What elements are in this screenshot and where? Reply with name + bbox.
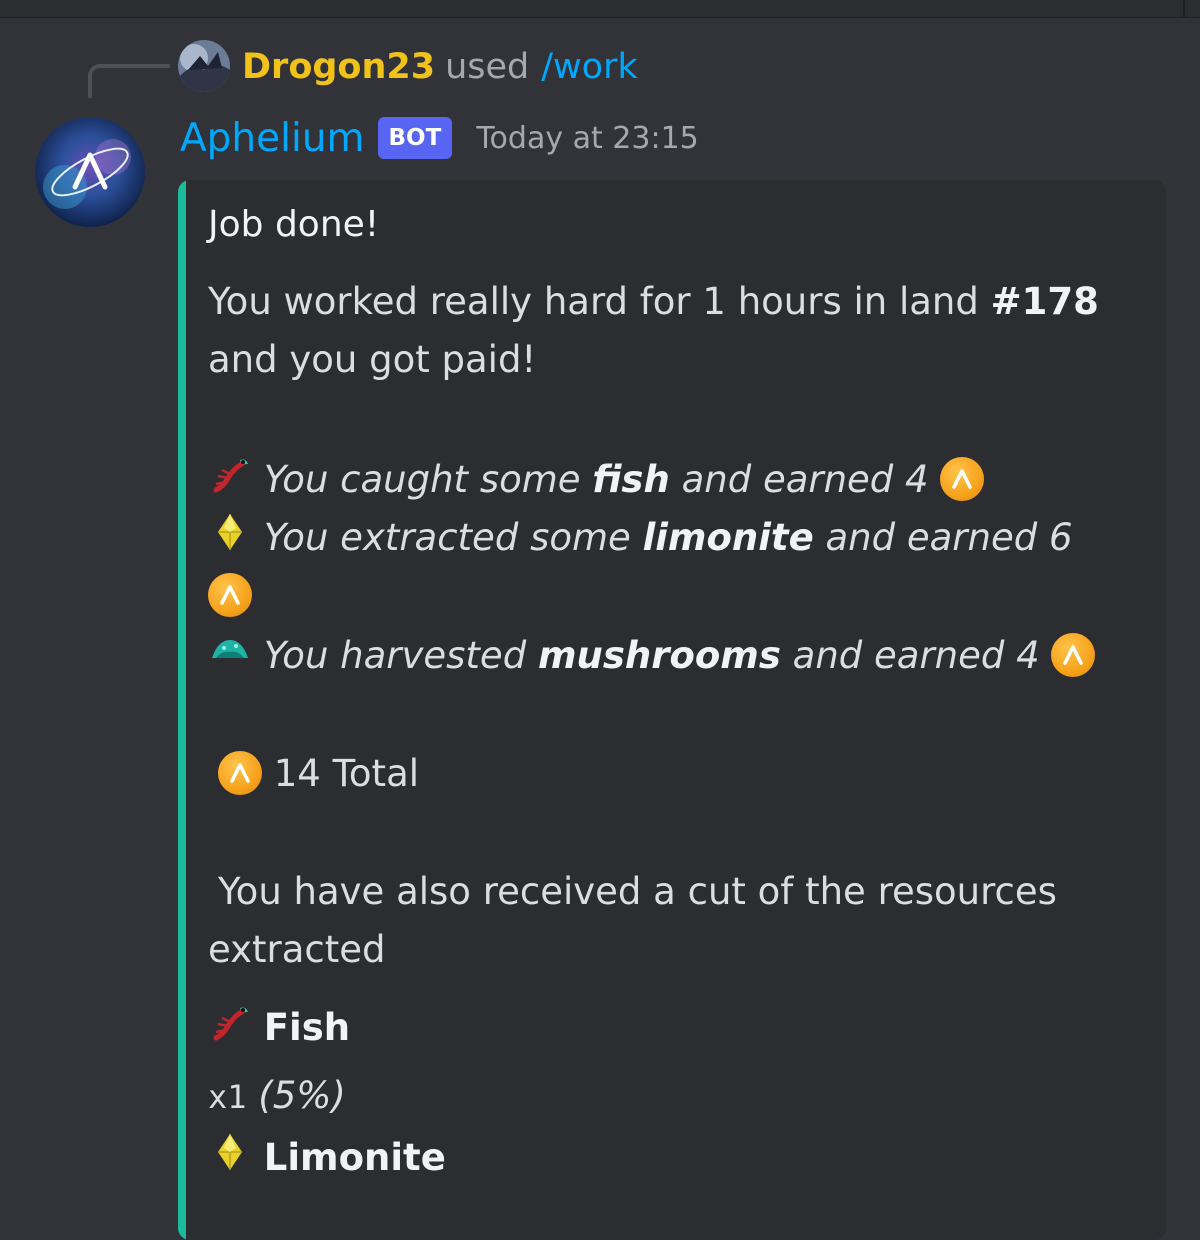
earning-row-fish: You caught some fish and earned 4 bbox=[208, 456, 985, 505]
embed-card: Job done! You worked really hard for 1 h… bbox=[178, 180, 1166, 1240]
coin-icon bbox=[208, 572, 252, 617]
total-text: 14 Total bbox=[273, 752, 420, 795]
bot-username[interactable]: Aphelium bbox=[180, 116, 365, 161]
earning-post: and earned 6 bbox=[825, 516, 1073, 559]
total-row: 14 Total bbox=[218, 750, 420, 795]
resource-name: Limonite bbox=[263, 1136, 446, 1179]
earning-row-mushrooms: You harvested mushrooms and earned 4 bbox=[208, 632, 1096, 681]
reply-username[interactable]: Drogon23 bbox=[242, 47, 435, 87]
earning-pre: You harvested bbox=[263, 634, 527, 677]
resource-limonite: Limonite bbox=[208, 1134, 446, 1183]
resource-percent: (5%) bbox=[258, 1074, 346, 1117]
resource-fish: Fish bbox=[208, 1006, 350, 1053]
reply-command[interactable]: /work bbox=[541, 47, 638, 87]
coin-icon bbox=[1051, 632, 1096, 677]
earning-item: fish bbox=[592, 458, 670, 501]
resource-fish-qty: x1 (5%) bbox=[208, 1074, 346, 1117]
reply-action: used bbox=[445, 47, 530, 87]
bot-avatar[interactable] bbox=[35, 117, 145, 227]
reply-connector-line bbox=[88, 64, 170, 98]
limonite-gem-icon bbox=[208, 1130, 252, 1183]
embed-title: Job done! bbox=[208, 204, 380, 245]
earning-item: limonite bbox=[642, 516, 814, 559]
coin-icon bbox=[940, 456, 985, 501]
earning-pre: You caught some bbox=[263, 458, 581, 501]
land-number: #178 bbox=[990, 280, 1099, 323]
intro-text: You worked really hard for 1 hours in la… bbox=[208, 280, 979, 323]
resource-name: Fish bbox=[263, 1006, 351, 1049]
embed-accent-bar bbox=[178, 180, 186, 1240]
reply-context: Drogon23 used /work bbox=[242, 42, 638, 92]
limonite-gem-icon bbox=[208, 510, 252, 563]
reply-user-avatar[interactable] bbox=[178, 40, 230, 92]
embed-intro-line1: You worked really hard for 1 hours in la… bbox=[208, 280, 1099, 323]
message-header: Aphelium BOT Today at 23:15 bbox=[180, 110, 699, 166]
earning-row-limonite-coin bbox=[208, 572, 252, 617]
top-bar-divider bbox=[1183, 0, 1185, 18]
coin-icon bbox=[218, 750, 262, 795]
cut-line2: extracted bbox=[208, 928, 386, 971]
top-bar bbox=[0, 0, 1200, 18]
mushroom-icon bbox=[208, 628, 252, 681]
shrimp-fish-icon bbox=[208, 1000, 252, 1053]
earning-item: mushrooms bbox=[537, 634, 781, 677]
cut-line1: You have also received a cut of the reso… bbox=[218, 870, 1057, 913]
earning-post: and earned 4 bbox=[681, 458, 929, 501]
resource-quantity: x1 bbox=[208, 1078, 247, 1116]
earning-pre: You extracted some bbox=[263, 516, 631, 559]
message-timestamp[interactable]: Today at 23:15 bbox=[476, 121, 698, 156]
embed-intro-line2: and you got paid! bbox=[208, 338, 537, 381]
earning-row-limonite: You extracted some limonite and earned 6 bbox=[208, 514, 1073, 563]
earning-post: and earned 4 bbox=[792, 634, 1040, 677]
bot-badge: BOT bbox=[377, 117, 453, 159]
shrimp-fish-icon bbox=[208, 452, 252, 505]
